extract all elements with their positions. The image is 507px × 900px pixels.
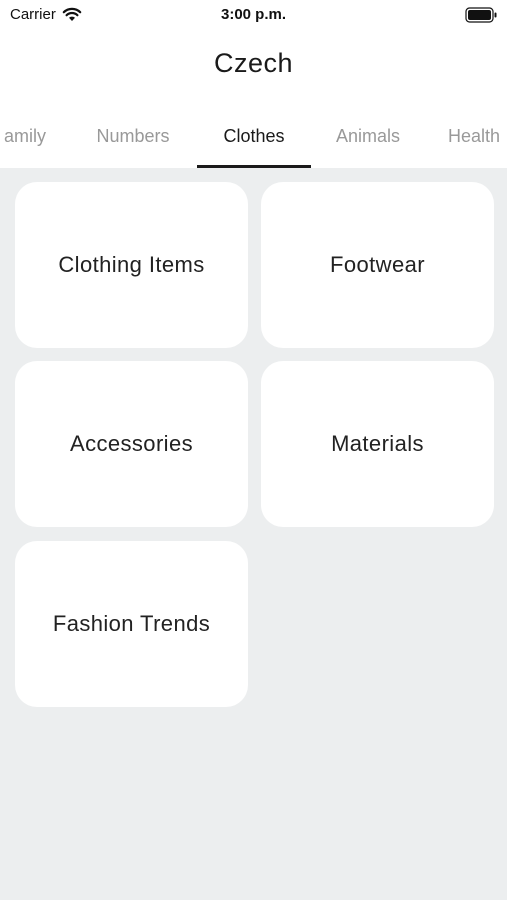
card-label: Clothing Items xyxy=(58,252,205,277)
tab-numbers[interactable]: Numbers xyxy=(80,104,186,168)
active-tab-indicator xyxy=(197,165,311,168)
card-label: Footwear xyxy=(330,252,425,277)
page-title: Czech xyxy=(213,48,294,78)
status-time: 3:00 p.m. xyxy=(220,6,287,23)
category-tabs: amily Numbers Clothes Animals Health xyxy=(0,104,507,168)
tab-animals[interactable]: Animals xyxy=(320,104,416,168)
tab-health[interactable]: Health xyxy=(440,104,507,168)
category-card-fashion-trends[interactable]: Fashion Trends xyxy=(15,541,248,707)
card-label: Fashion Trends xyxy=(52,611,211,636)
card-label: Materials xyxy=(331,431,424,456)
app-screen: Carrier 3:00 p.m. Czech amily Numbers Cl… xyxy=(0,0,507,900)
category-card-materials[interactable]: Materials xyxy=(261,361,494,527)
tab-family[interactable]: amily xyxy=(0,104,60,168)
tab-clothes[interactable]: Clothes xyxy=(197,104,311,168)
status-bar: Carrier 3:00 p.m. xyxy=(0,0,507,32)
category-card-accessories[interactable]: Accessories xyxy=(15,361,248,527)
battery-icon xyxy=(465,7,497,23)
header-area: Carrier 3:00 p.m. Czech amily Numbers Cl… xyxy=(0,0,507,168)
card-label: Accessories xyxy=(70,431,193,456)
category-card-footwear[interactable]: Footwear xyxy=(261,182,494,348)
category-card-clothing-items[interactable]: Clothing Items xyxy=(15,182,248,348)
